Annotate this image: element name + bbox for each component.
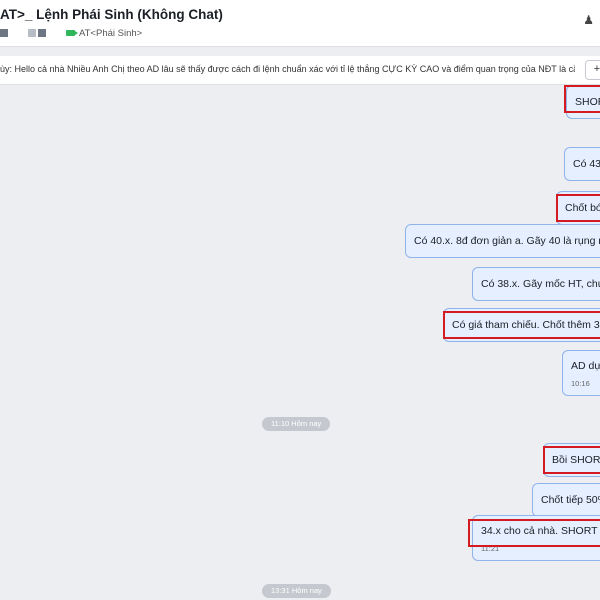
message-text: AD dự	[571, 360, 600, 372]
highlight-box	[556, 194, 600, 222]
message-bubble[interactable]: Có 40.x. 8đ đơn giản a. Gãy 40 là rụng m…	[405, 224, 600, 258]
chat-tag-label[interactable]: AT<Phái Sinh>	[79, 28, 142, 39]
pinned-message-bar[interactable]: ùy: Hello cả nhà Nhiều Anh Chị theo AD l…	[0, 56, 600, 85]
highlight-box	[564, 85, 600, 113]
highlight-box	[443, 311, 600, 339]
highlight-box	[543, 446, 600, 474]
pinned-more-button[interactable]: +	[585, 60, 600, 80]
message-bubble[interactable]: Có 38.x. Gãy mốc HT, chúc	[472, 267, 600, 301]
date-divider: 13:31 Hôm nay	[262, 584, 331, 598]
chat-title: AT>_ Lệnh Phái Sinh (Không Chat)	[0, 7, 223, 22]
pinned-message-text: ùy: Hello cả nhà Nhiều Anh Chị theo AD l…	[0, 64, 575, 74]
message-text: Có 40.x. 8đ đơn giản a. Gãy 40 là rụng m…	[414, 235, 600, 247]
message-bubble[interactable]: Chốt tiếp 50%	[532, 483, 600, 517]
member-list-icon[interactable]: ♟	[583, 13, 594, 27]
member-avatar-icon	[0, 29, 8, 37]
message-text: Chốt tiếp 50%	[541, 494, 600, 506]
message-bubble[interactable]: AD dự 10:16	[562, 350, 600, 396]
message-time: 10:16	[571, 379, 590, 388]
member-avatar-icon	[28, 29, 36, 37]
chat-subtitle-row: AT<Phái Sinh>	[0, 26, 142, 40]
tag-icon	[66, 30, 78, 36]
member-avatar-icon	[38, 29, 46, 37]
date-divider: 11:10 Hôm nay	[262, 417, 331, 431]
message-list[interactable]: SHOR Có 43 Chốt bớ Có 40.x. 8đ đơn giản …	[0, 85, 600, 600]
chat-header: AT>_ Lệnh Phái Sinh (Không Chat) AT<Phái…	[0, 0, 600, 47]
message-text: Có 38.x. Gãy mốc HT, chúc	[481, 278, 600, 290]
highlight-box	[468, 519, 600, 547]
message-bubble[interactable]: Có 43	[564, 147, 600, 181]
message-text: Có 43	[573, 158, 600, 170]
